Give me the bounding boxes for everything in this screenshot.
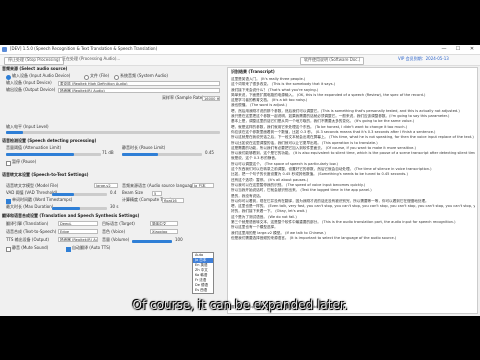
video-caption: Of course, it can be expanded later. bbox=[132, 298, 348, 312]
close-icon[interactable]: ✕ bbox=[466, 46, 478, 52]
max-duration-value: 30 s bbox=[110, 204, 119, 209]
max-duration-label: 最大时长 (Max Duration) bbox=[6, 204, 54, 209]
vad-label: VAD 阈值 (VAD Threshold) bbox=[6, 190, 58, 195]
app-logo-icon bbox=[2, 47, 7, 52]
transcript-line: 所以这就是在我说完话之后，下一段文本就会出现在屏幕上。 (This time, … bbox=[231, 135, 474, 140]
file-radio[interactable] bbox=[84, 75, 89, 80]
threshold-slider[interactable] bbox=[6, 153, 101, 156]
stt-model-select[interactable]: large-v2 bbox=[94, 183, 118, 188]
tts-label: 语音合成 (Text-to-Speech) bbox=[6, 229, 57, 234]
processing-status: 正在处理 (Processing Audio)... bbox=[62, 56, 121, 61]
software-doc-button[interactable]: 软件使用说明 (Software Doc.) bbox=[300, 57, 365, 65]
voice-select[interactable]: Xiaoxiao bbox=[150, 229, 178, 234]
translation-engine-label: 翻译引擎 (Translation) bbox=[6, 221, 49, 226]
stt-model-label: 语音转文字模型 (Model File) bbox=[6, 183, 59, 188]
silence-slider[interactable] bbox=[122, 153, 202, 156]
pause-label: 暂停 (Pause) bbox=[12, 159, 37, 164]
target-language-label: 目标语言 (Target) bbox=[102, 221, 135, 226]
tts-engine-select[interactable]: Edge bbox=[58, 229, 98, 234]
source-language-dropdown[interactable]: Auto Ja 日本 En 英语 Zh 中文 Ko 韩语 Fr 法语 De 德语 Es 西语 bbox=[192, 252, 214, 294]
auto-tts-checkbox[interactable] bbox=[66, 247, 71, 252]
pause-checkbox[interactable] bbox=[6, 161, 11, 166]
settings-panel: 音频来源 (Select audio source) 输入设备 (Input A… bbox=[2, 66, 224, 314]
input-level-label: 输入电平 (Input Level) bbox=[6, 124, 49, 129]
stop-processing-button[interactable]: 停止处理 (Stop Processing) bbox=[4, 57, 65, 65]
speech-detect-title: 语音检测设置 (Speech detecting processing) bbox=[2, 138, 97, 143]
letterbox-top bbox=[0, 0, 480, 45]
file-radio-label: 文件 (File) bbox=[90, 73, 110, 78]
app-window: [DEV] 1.5.0 (Speech Recognition & Text T… bbox=[0, 45, 480, 316]
tts-volume-slider[interactable] bbox=[132, 240, 172, 243]
auto-tts-label: 自动翻译 (Auto TTS) bbox=[72, 245, 111, 250]
silence-value: 0.45 bbox=[205, 150, 214, 155]
threshold-label: 音量阈值 (Attenuation Limit) bbox=[6, 145, 62, 150]
tts-output-label: TTS 输出设备 (Output) bbox=[6, 237, 49, 242]
silence-label: 静音时长 (Pause Limit) bbox=[122, 145, 166, 150]
target-language-select[interactable]: 简体中文 bbox=[150, 221, 178, 226]
sample-rate-label: 采样率 (Sample Rate) bbox=[162, 95, 204, 100]
transcript-text[interactable]: 这里是英语入门。 (It's really three people.) 这个词带… bbox=[231, 77, 475, 303]
minimize-icon[interactable]: — bbox=[438, 46, 450, 52]
source-language-label: 音频来源语言 (Audio source language) bbox=[122, 183, 197, 188]
letterbox-bottom bbox=[0, 316, 480, 360]
max-duration-slider[interactable] bbox=[52, 207, 107, 210]
source-language-option[interactable]: Es 西语 bbox=[193, 288, 213, 293]
input-level-meter bbox=[6, 131, 220, 134]
stt-title: 语音转文本设置 (Speech-to-Text Settings) bbox=[2, 172, 89, 177]
input-device-select[interactable]: 麦克风 (Realtek High Definition Audio) bbox=[58, 81, 220, 86]
tts-output-select[interactable]: 扬声器 (Realtek(R) Audio) bbox=[58, 237, 98, 242]
tts-volume-label: 音量 (Volume) bbox=[102, 237, 130, 242]
translation-engine-select[interactable]: DeepL bbox=[58, 221, 98, 226]
mute-label: 静音 (Mute Sound) bbox=[12, 245, 49, 250]
system-audio-radio-label: 系统音频 (System Audio) bbox=[120, 73, 168, 78]
title-bar: [DEV] 1.5.0 (Speech Recognition & Text T… bbox=[0, 45, 480, 55]
compute-type-select[interactable]: float16 bbox=[162, 198, 184, 203]
transcript-line: 但是我们需要选择音频的来源语言。 (It is important to sel… bbox=[231, 235, 397, 240]
maximize-icon[interactable]: ☐ bbox=[452, 46, 464, 52]
voice-label: 音色 (Voice) bbox=[102, 229, 126, 234]
translate-title: 翻译和语音合成设置 (Translation and Speech Synthe… bbox=[2, 213, 140, 218]
beam-input[interactable]: 5 bbox=[152, 191, 162, 196]
output-device-label: 输出设备 (Output Device) bbox=[6, 87, 56, 92]
mute-checkbox[interactable] bbox=[6, 247, 11, 252]
transcript-panel: 识别结果 (Transcript) 这里是英语入门。 (It's really … bbox=[227, 67, 478, 314]
sample-rate-value[interactable]: 16000 Hz bbox=[202, 96, 220, 101]
system-audio-radio[interactable] bbox=[114, 75, 119, 80]
word-timestamps-label: 单词时间戳 (Word Timestamps) bbox=[12, 197, 73, 202]
toolbar: 停止处理 (Stop Processing) 正在处理 (Processing … bbox=[0, 55, 480, 66]
input-device-radio-label: 输入设备 (Input Audio Device) bbox=[12, 73, 71, 78]
output-device-select[interactable]: 扬声器 (Realtek(R) Audio) bbox=[58, 88, 220, 93]
source-language-select[interactable]: Ja 日本 bbox=[192, 183, 214, 188]
beam-label: Beam Size bbox=[122, 190, 144, 195]
input-device-label: 输入设备 (Input Device) bbox=[6, 80, 52, 85]
audio-source-title: 音频来源 (Select audio source) bbox=[2, 66, 68, 71]
vad-slider[interactable] bbox=[52, 193, 107, 196]
window-title: [DEV] 1.5.0 (Speech Recognition & Text T… bbox=[10, 46, 158, 51]
vad-value: 0.4 bbox=[110, 190, 117, 195]
tts-volume-value: 100 bbox=[175, 237, 183, 242]
threshold-value: 71 dB bbox=[102, 150, 114, 155]
transcript-title: 识别结果 (Transcript) bbox=[231, 69, 275, 74]
vip-expiry-badge: VIP 会员到期：2024-05-13 bbox=[398, 56, 449, 61]
